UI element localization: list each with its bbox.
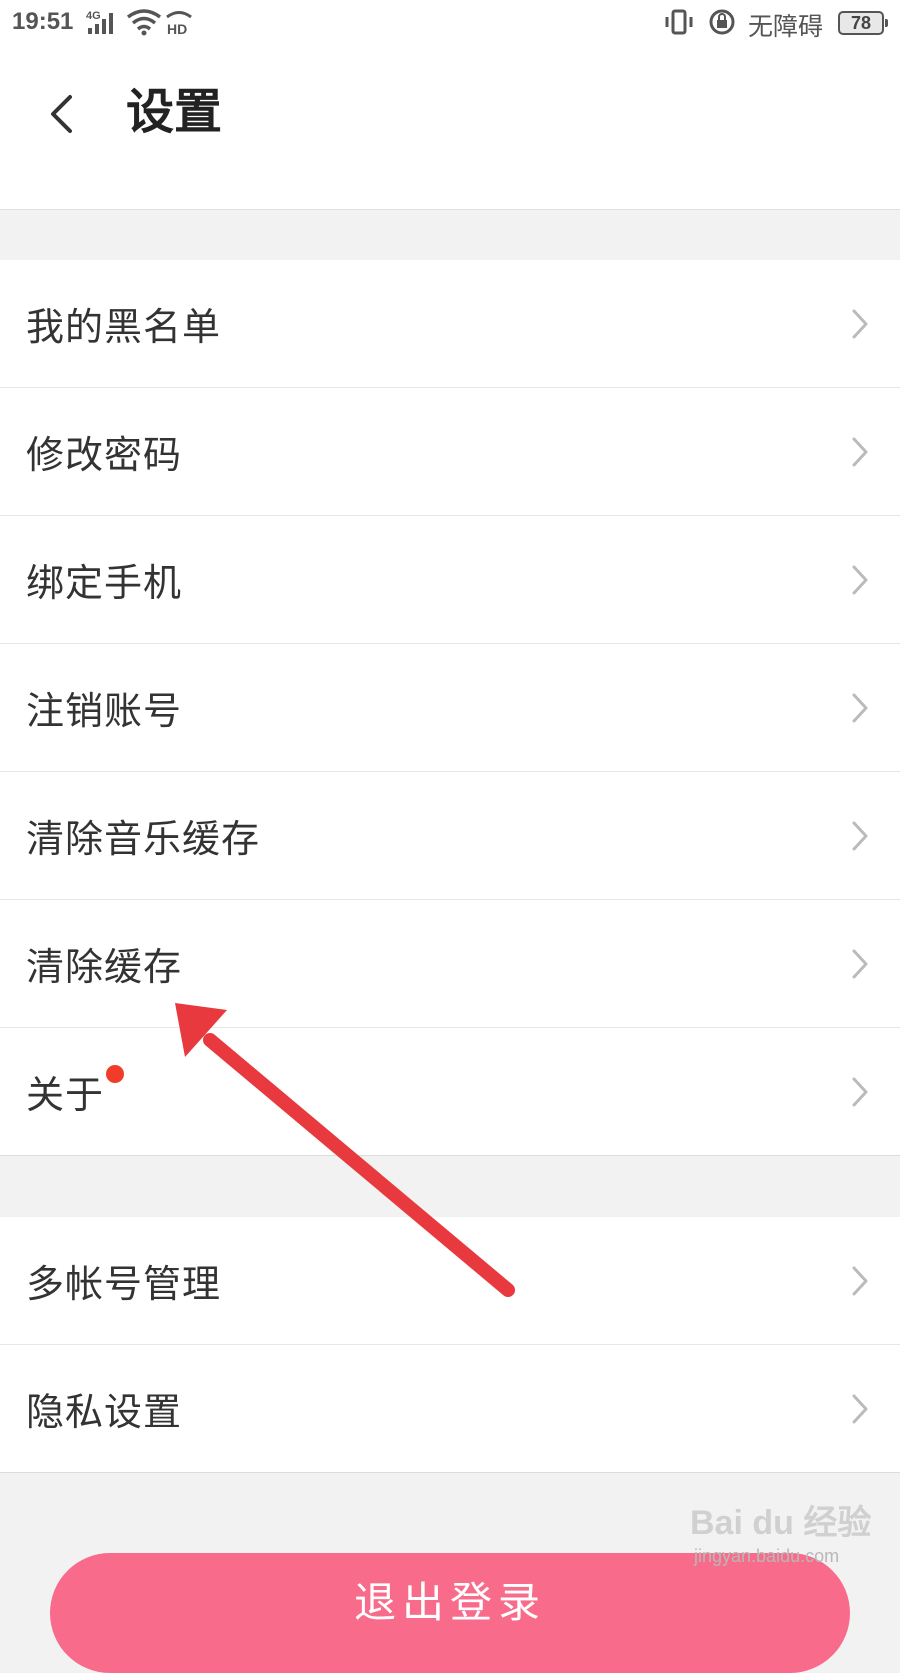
settings-group-secondary: 多帐号管理 隐私设置 <box>0 1217 900 1473</box>
battery-icon: 78 <box>838 11 888 35</box>
status-time: 19:51 <box>12 8 74 35</box>
back-arrow-icon[interactable] <box>40 84 90 144</box>
row-label: 隐私设置 <box>26 1390 183 1434</box>
row-label: 多帐号管理 <box>26 1262 222 1306</box>
settings-row-clear-cache[interactable]: 清除缓存 <box>0 900 900 1028</box>
hd-label: HD <box>167 21 187 36</box>
signal-icon: 4G <box>86 10 113 34</box>
row-label: 注销账号 <box>26 689 183 733</box>
notification-dot <box>106 1064 125 1083</box>
settings-group-primary: 我的黑名单 修改密码 绑定手机 注销账号 清除音乐缓存 清除缓存 关于 <box>0 260 900 1156</box>
row-label: 我的黑名单 <box>26 305 222 349</box>
settings-row-bind-phone[interactable]: 绑定手机 <box>0 516 900 644</box>
row-label-text: 关于 <box>26 1073 105 1117</box>
settings-row-about[interactable]: 关于 <box>0 1028 900 1156</box>
row-label: 清除音乐缓存 <box>26 817 261 861</box>
wifi-icon <box>126 9 162 36</box>
page-title: 设置 <box>126 84 223 140</box>
chevron-right-icon <box>852 693 868 722</box>
settings-row-blacklist[interactable]: 我的黑名单 <box>0 260 900 388</box>
settings-row-clear-music-cache[interactable]: 清除音乐缓存 <box>0 772 900 900</box>
vibrate-icon <box>665 9 693 35</box>
chevron-right-icon <box>852 437 868 466</box>
row-label: 关于 <box>26 1028 125 1155</box>
accessibility-label: 无障碍 <box>748 12 824 41</box>
chevron-right-icon <box>852 565 868 594</box>
baidu-logo-icon: Bai du 经验 <box>690 1503 871 1542</box>
hd-call-icon: HD <box>166 11 192 36</box>
rotation-lock-icon <box>709 9 735 35</box>
chevron-right-icon <box>852 949 868 978</box>
settings-row-change-password[interactable]: 修改密码 <box>0 388 900 516</box>
chevron-right-icon <box>852 309 868 338</box>
settings-row-multi-account[interactable]: 多帐号管理 <box>0 1217 900 1345</box>
settings-row-delete-account[interactable]: 注销账号 <box>0 644 900 772</box>
row-label: 清除缓存 <box>26 945 183 989</box>
chevron-right-icon <box>852 821 868 850</box>
chevron-right-icon <box>852 1077 868 1106</box>
logout-button[interactable]: 退出登录 <box>50 1553 850 1673</box>
network-type: 4G <box>86 10 101 22</box>
row-label: 绑定手机 <box>26 561 183 605</box>
app-header: 设置 <box>0 46 900 210</box>
settings-row-privacy[interactable]: 隐私设置 <box>0 1345 900 1473</box>
status-bar: 19:51 4G HD 无障碍 78 <box>0 0 900 46</box>
chevron-right-icon <box>852 1394 868 1423</box>
baidu-brand: Bai du 经验 <box>690 1503 871 1542</box>
row-label: 修改密码 <box>26 433 183 477</box>
chevron-right-icon <box>852 1266 868 1295</box>
